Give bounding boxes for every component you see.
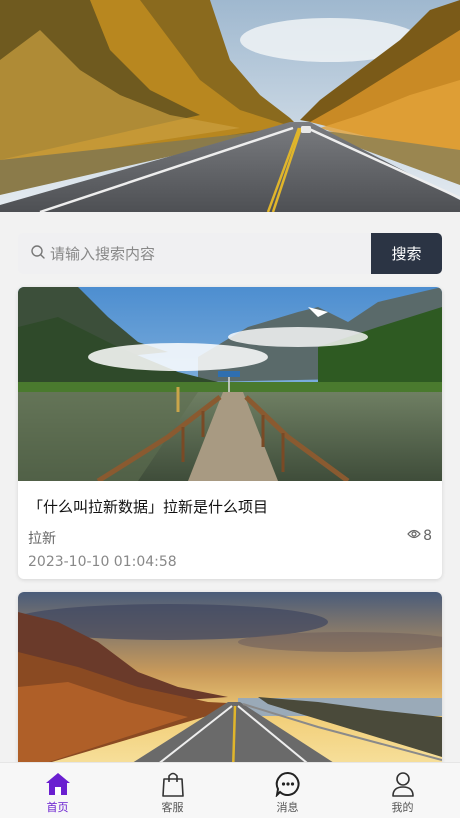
tab-messages[interactable]: 消息 [230,763,345,818]
article-card[interactable] [18,592,442,772]
tab-label: 首页 [46,801,69,814]
tab-label: 客服 [161,801,184,814]
article-image [18,287,442,481]
article-image [18,592,442,772]
message-icon [275,771,301,797]
hero-image [0,0,460,212]
search-button[interactable]: 搜索 [371,233,442,274]
tab-label: 消息 [276,801,299,814]
search-icon [30,244,50,264]
search-bar: 搜索 [18,233,442,274]
article-date: 2023-10-10 01:04:58 [28,554,177,570]
home-icon [45,771,71,797]
article-tag: 拉新 [28,531,56,547]
tab-service[interactable]: 客服 [115,763,230,818]
tab-label: 我的 [391,801,414,814]
view-count: 8 [423,528,432,544]
article-card[interactable]: 「什么叫拉新数据」拉新是什么项目 拉新 8 2023-10-10 01:04:5… [18,287,442,579]
shopping-bag-icon [161,771,185,797]
tab-home[interactable]: 首页 [0,763,115,818]
user-icon [391,771,415,797]
hero-banner[interactable] [0,0,460,212]
tab-profile[interactable]: 我的 [345,763,460,818]
search-field[interactable] [18,233,371,274]
bottom-tab-bar: 首页 客服 消息 我的 [0,762,460,818]
eye-icon [407,528,421,544]
article-views: 8 [407,528,432,544]
search-input[interactable] [50,244,350,263]
article-title: 「什么叫拉新数据」拉新是什么项目 [28,498,269,516]
